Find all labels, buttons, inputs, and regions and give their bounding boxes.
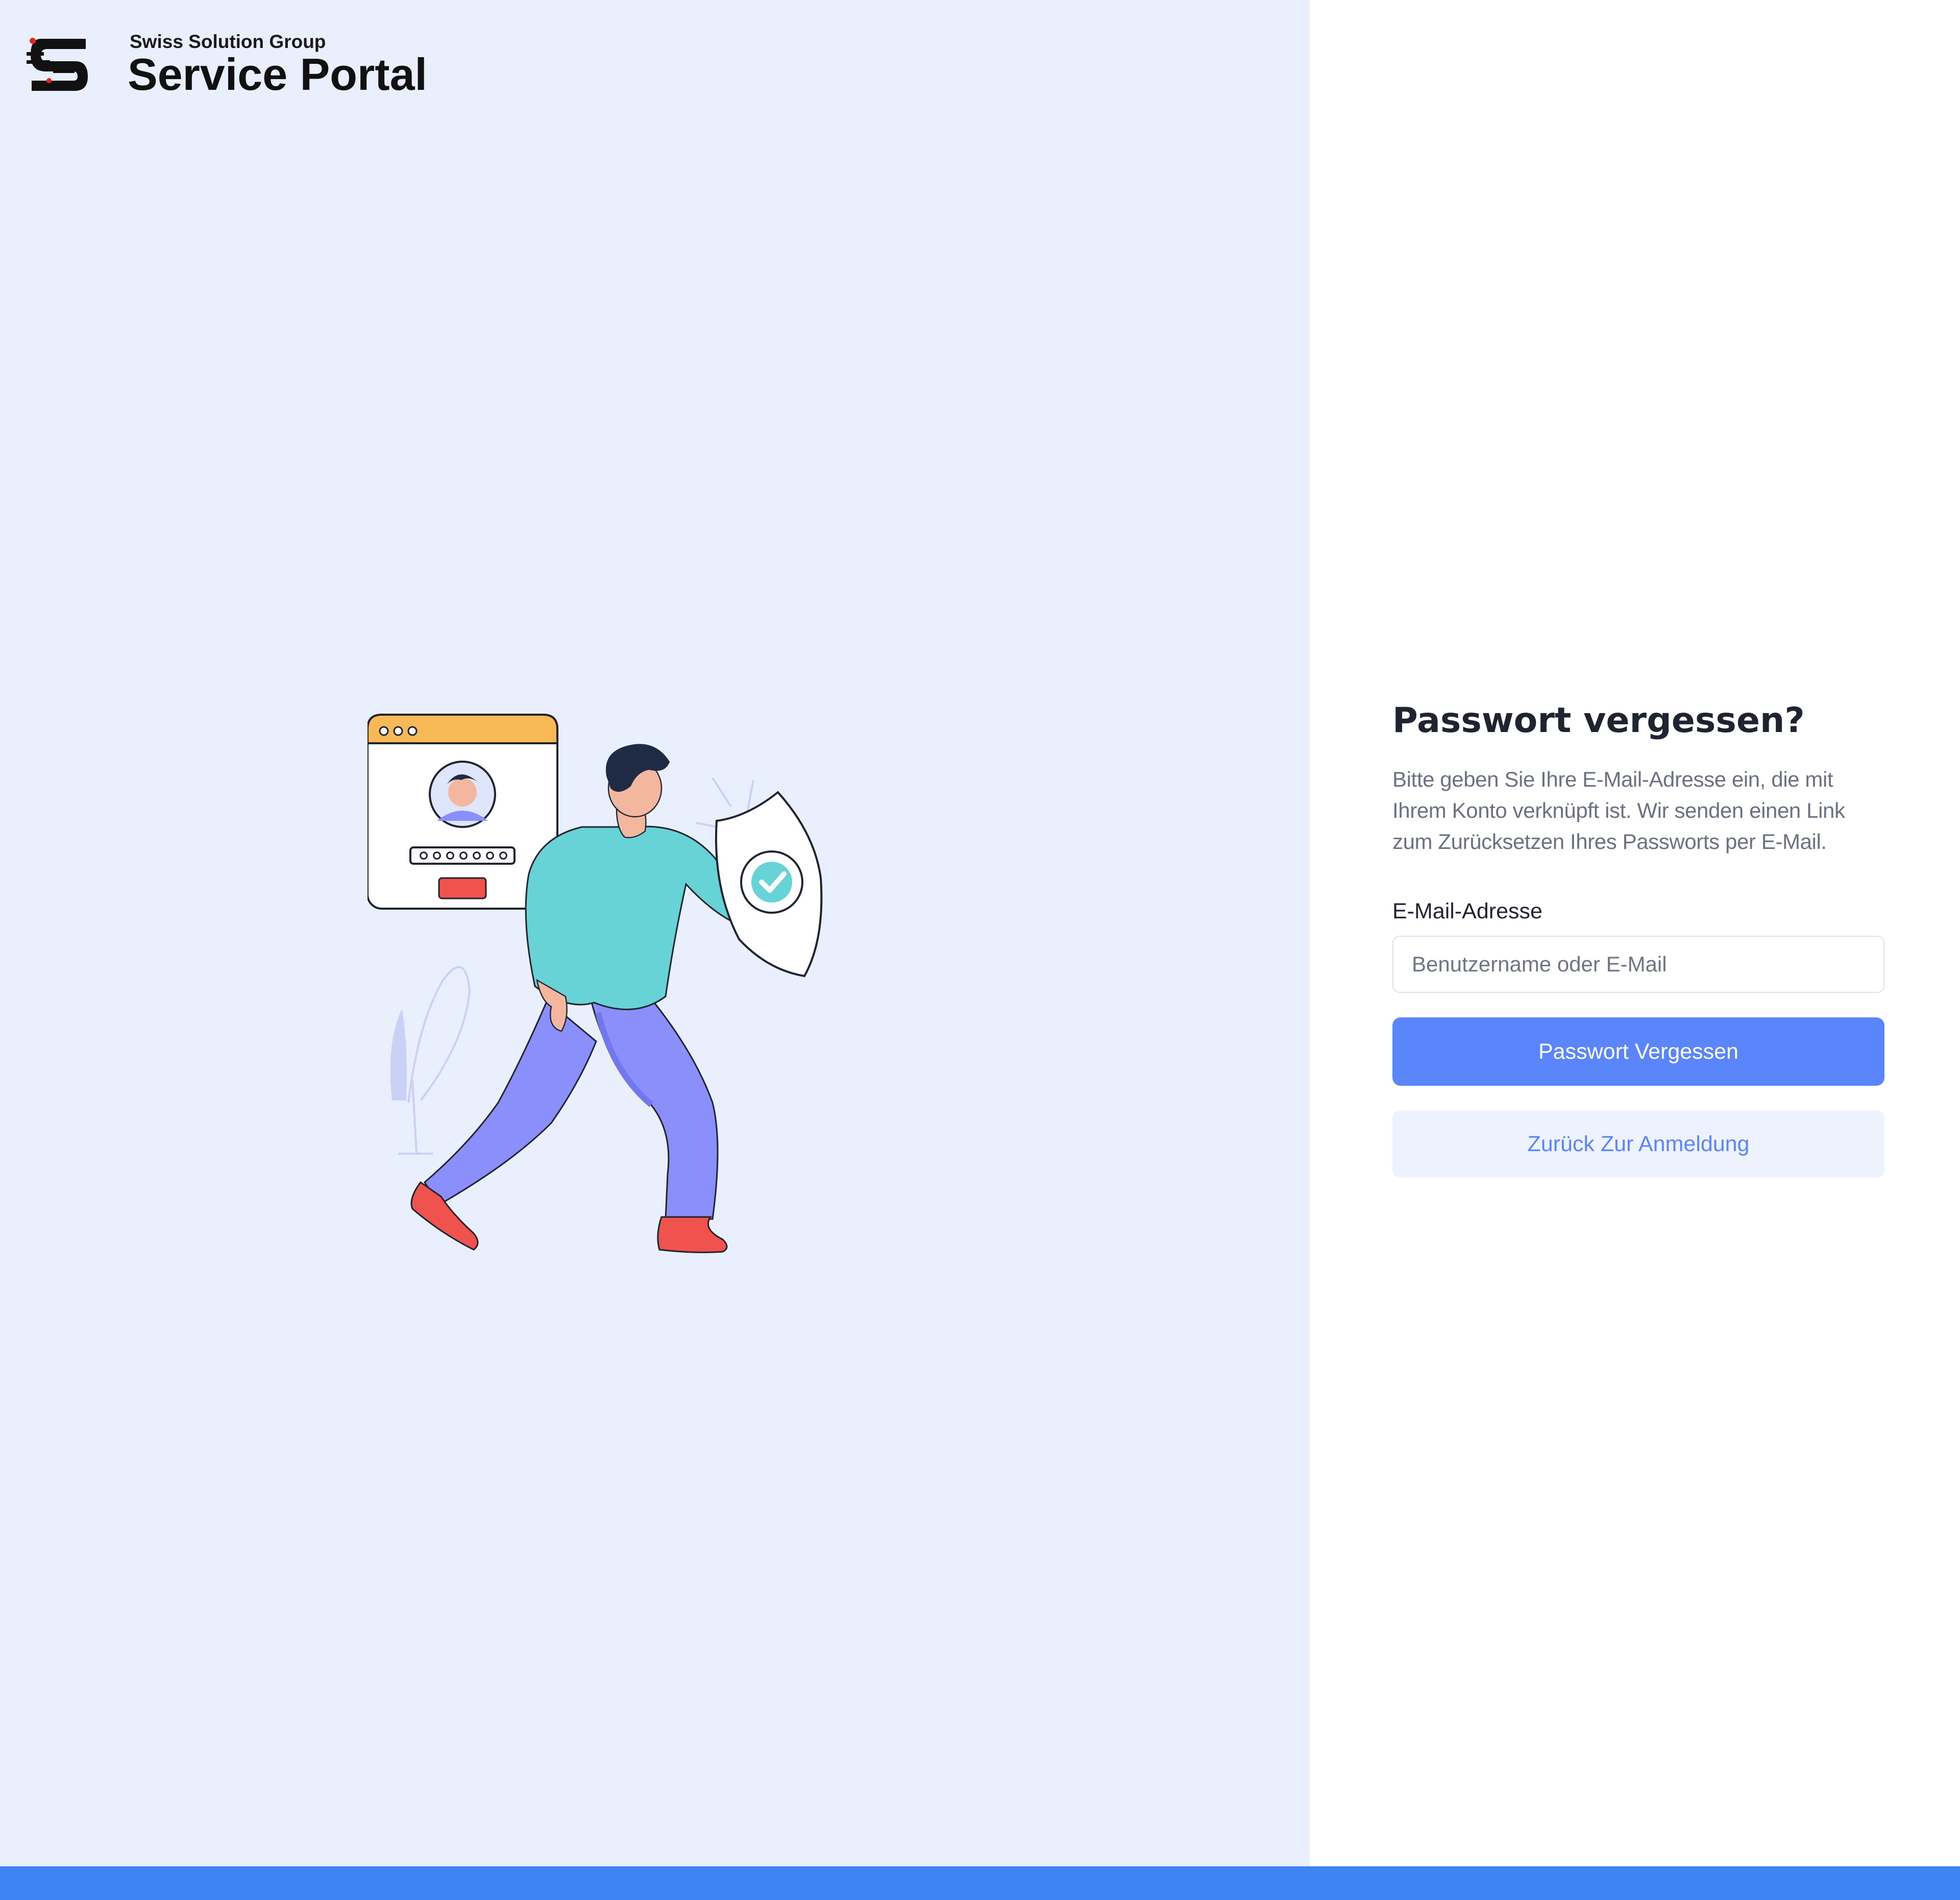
footer-bar (0, 1866, 1960, 1900)
ssg-logo-icon (27, 38, 88, 91)
forgot-password-form: Passwort vergessen? Bitte geben Sie Ihre… (1392, 694, 1884, 1178)
back-to-login-button[interactable]: Zurück Zur Anmeldung (1392, 1110, 1884, 1178)
email-input[interactable] (1392, 936, 1884, 993)
illustration-panel: Swiss Solution Group Service Portal (0, 0, 1310, 1866)
email-label: E-Mail-Adresse (1392, 899, 1542, 923)
page-title: Passwort vergessen? (1392, 700, 1805, 741)
brand-title: Service Portal (128, 49, 427, 100)
form-description: Bitte geben Sie Ihre E-Mail-Adresse ein,… (1392, 767, 1845, 854)
password-security-illustration (368, 714, 823, 1253)
forgot-password-button[interactable]: Passwort Vergessen (1392, 1017, 1884, 1086)
